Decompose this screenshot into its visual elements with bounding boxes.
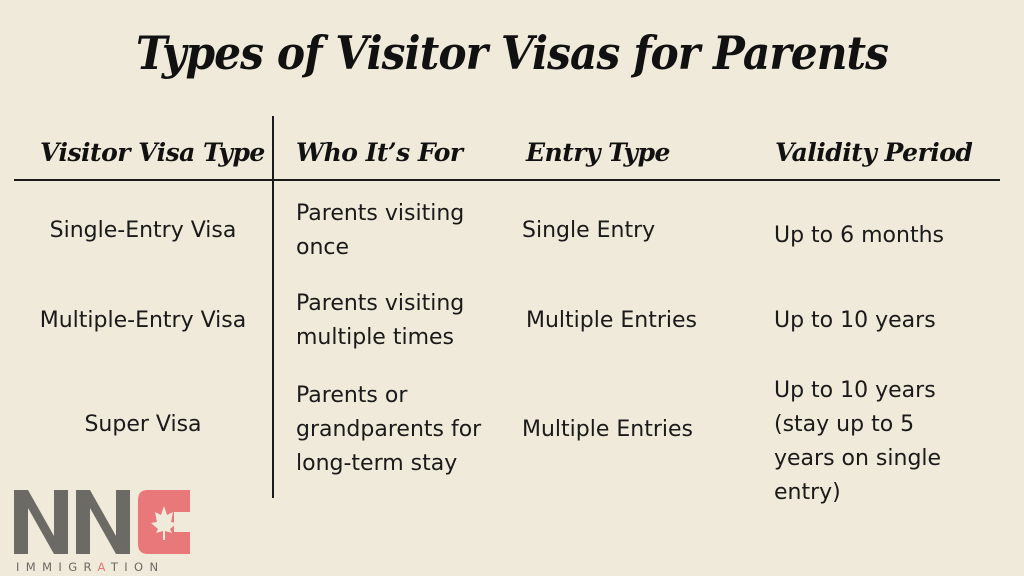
row3-who-line: Parents or — [296, 383, 408, 408]
row3-validity-line: years on single — [774, 446, 942, 471]
row2-validity: Up to 10 years — [774, 308, 936, 333]
row3-who-line: long-term stay — [296, 451, 458, 476]
row1-type: Single-Entry Visa — [49, 218, 237, 243]
row3-who-line: grandparents for — [296, 417, 482, 442]
row2-entry: Multiple Entries — [526, 308, 698, 333]
logo-nn-letters — [14, 490, 130, 554]
nnc-immigration-logo: IMMIGRATION — [14, 490, 190, 574]
row3-validity: Up to 10 years (stay up to 5 years on si… — [774, 374, 941, 510]
row2-who-line: Parents visiting — [296, 291, 465, 316]
row1-who-line: Parents visiting — [296, 201, 465, 226]
row1-who: Parents visiting once — [296, 197, 464, 265]
header-visa-type: Visitor Visa Type — [40, 138, 265, 167]
header-validity: Validity Period — [775, 138, 973, 167]
row3-who: Parents or grandparents for long-term st… — [296, 379, 481, 481]
maple-leaf-icon — [138, 490, 190, 554]
row2-who: Parents visiting multiple times — [296, 287, 464, 355]
column-divider — [272, 116, 274, 498]
row1-validity: Up to 6 months — [774, 223, 944, 248]
row3-entry: Multiple Entries — [522, 417, 694, 442]
row2-type: Multiple-Entry Visa — [39, 308, 247, 333]
header-divider — [14, 179, 1000, 181]
header-entry-type: Entry Type — [526, 138, 670, 167]
row2-who-line: multiple times — [296, 325, 454, 350]
row3-type: Super Visa — [84, 412, 202, 437]
row1-who-line: once — [296, 235, 350, 260]
row1-entry: Single Entry — [522, 218, 656, 243]
row3-validity-line: entry) — [774, 480, 841, 505]
logo-subtitle: IMMIGRATION — [16, 560, 165, 574]
row3-validity-line: Up to 10 years — [774, 378, 936, 403]
page-title: Types of Visitor Visas for Parents — [135, 26, 889, 80]
row3-validity-line: (stay up to 5 — [774, 412, 915, 437]
header-who: Who It’s For — [296, 138, 463, 167]
